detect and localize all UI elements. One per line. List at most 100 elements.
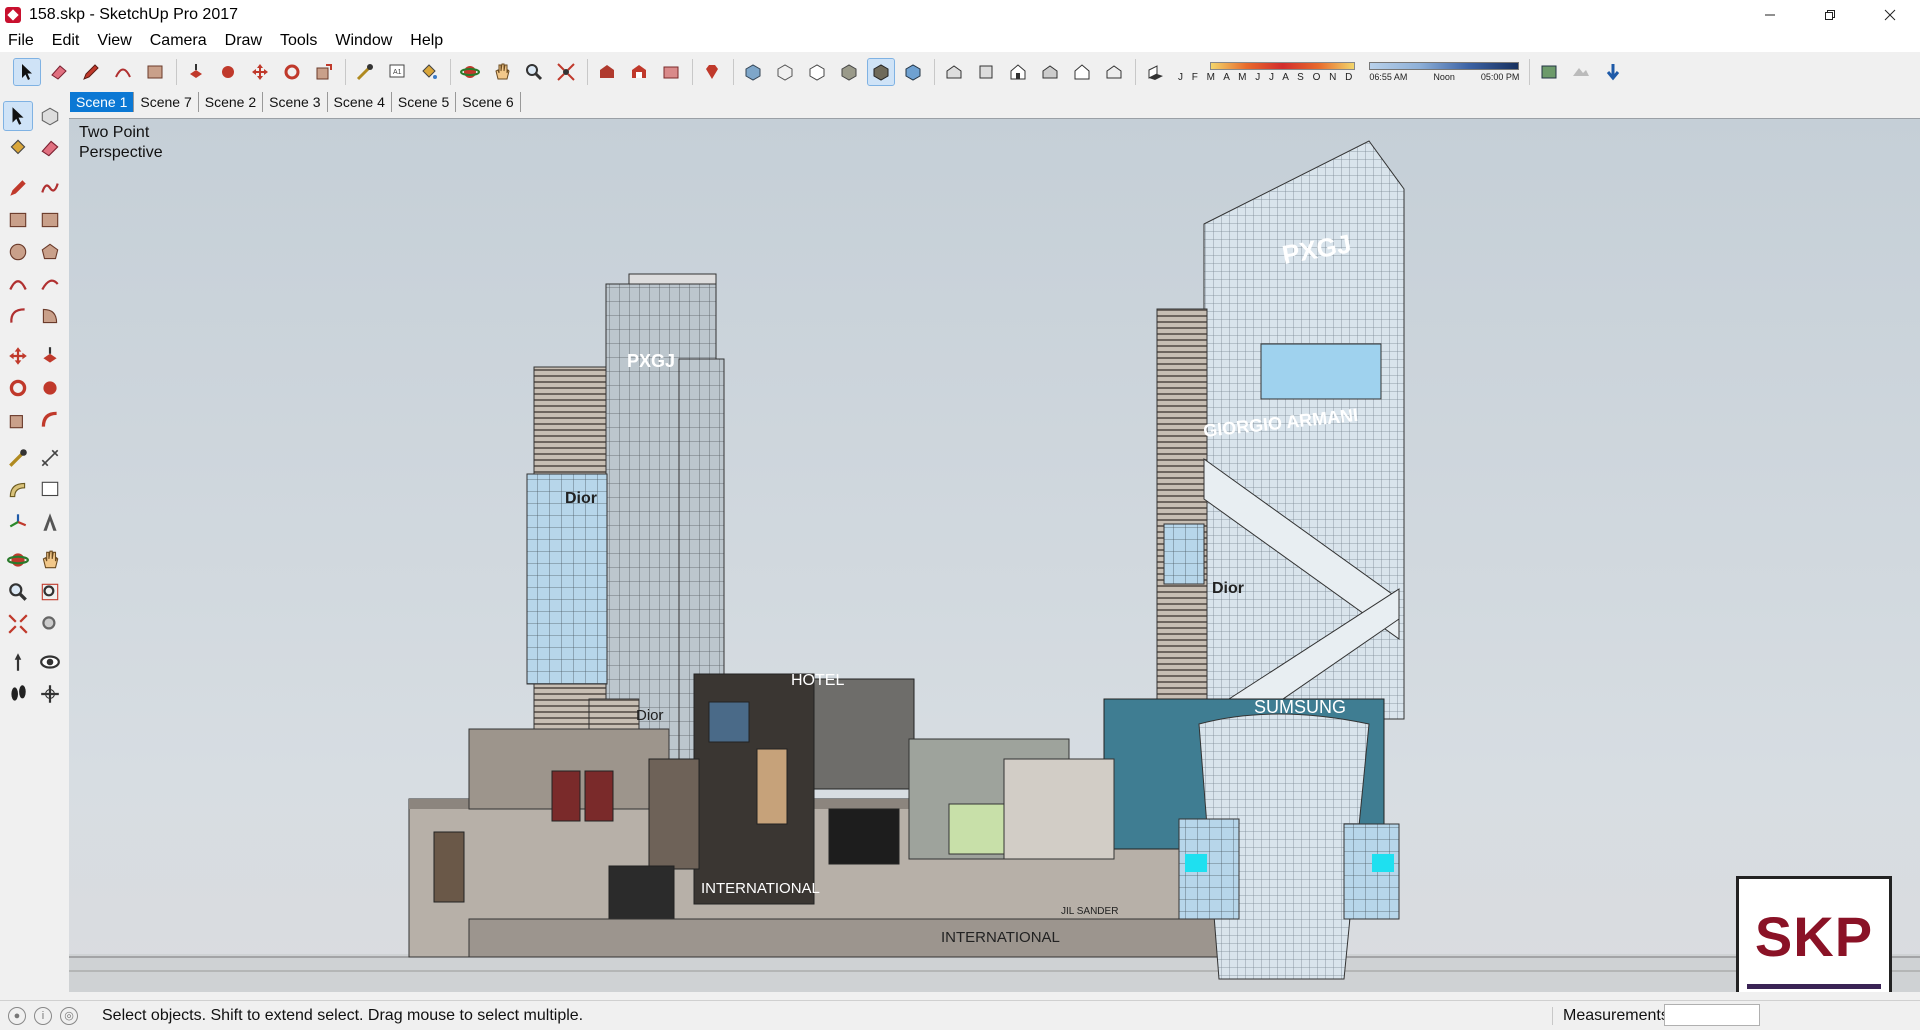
section-plane-tool[interactable] [36, 680, 64, 708]
back-view-button[interactable] [1069, 59, 1095, 85]
zoom-tool[interactable] [4, 578, 32, 606]
orbit-tool-button[interactable] [457, 59, 483, 85]
warehouse-button[interactable] [594, 59, 620, 85]
push-pull-tool-button[interactable] [183, 59, 209, 85]
push-pull-tool[interactable] [36, 342, 64, 370]
tab-scene-5[interactable]: Scene 5 [391, 92, 457, 112]
shaded-style-button[interactable] [836, 59, 862, 85]
look-around-tool[interactable] [36, 648, 64, 676]
rectangle-tool-button[interactable] [142, 59, 168, 85]
pie-tool[interactable] [36, 302, 64, 330]
sketchup-app-icon[interactable] [5, 7, 21, 23]
zoom-extents-tool[interactable] [4, 610, 32, 638]
tab-scene-7[interactable]: Scene 7 [134, 92, 199, 112]
rectangle-tool[interactable] [4, 206, 32, 234]
pan-tool-button[interactable] [489, 59, 515, 85]
menu-draw[interactable]: Draw [225, 32, 262, 50]
shadow-date-slider[interactable]: J F M A M J J A S O N D [1178, 61, 1356, 83]
restore-button[interactable] [1800, 0, 1860, 30]
menu-edit[interactable]: Edit [52, 32, 80, 50]
select-tool[interactable] [3, 101, 33, 131]
monochrome-style-button[interactable] [900, 59, 926, 85]
walk-tool[interactable] [4, 680, 32, 708]
make-component-tool[interactable] [36, 102, 64, 130]
zoom-extents-tool-button[interactable] [553, 59, 579, 85]
polygon-tool[interactable] [36, 238, 64, 266]
user-account-icon[interactable]: ◎ [60, 1006, 78, 1025]
rotate-tool[interactable] [4, 374, 32, 402]
display-shadows-button[interactable] [1142, 59, 1168, 85]
line-tool-button[interactable] [78, 59, 104, 85]
follow-me-tool[interactable] [36, 374, 64, 402]
three-point-arc-tool[interactable] [4, 302, 32, 330]
offset-tool[interactable] [36, 406, 64, 434]
text-tool[interactable] [36, 476, 64, 504]
axes-tool[interactable] [4, 508, 32, 536]
menu-window[interactable]: Window [335, 32, 392, 50]
menu-file[interactable]: File [8, 32, 34, 50]
shaded-textures-style-button[interactable] [867, 58, 895, 86]
position-camera-tool[interactable] [4, 648, 32, 676]
arc-tool[interactable] [4, 270, 32, 298]
left-view-button[interactable] [1101, 59, 1127, 85]
move-tool-button[interactable] [247, 59, 273, 85]
measurements-input[interactable] [1664, 1004, 1760, 1026]
geo-location-icon[interactable]: ● [8, 1006, 26, 1025]
menu-camera[interactable]: Camera [150, 32, 207, 50]
add-location-button[interactable] [1536, 59, 1562, 85]
scale-tool-button[interactable] [311, 59, 337, 85]
text-tool-button[interactable]: A1 [384, 59, 410, 85]
menu-help[interactable]: Help [410, 32, 443, 50]
pan-tool[interactable] [36, 546, 64, 574]
protractor-tool[interactable] [4, 476, 32, 504]
orbit-tool[interactable] [4, 546, 32, 574]
credits-info-icon[interactable]: i [34, 1006, 52, 1025]
select-tool-button[interactable] [13, 58, 41, 86]
front-view-button[interactable] [1005, 59, 1031, 85]
share-model-button[interactable] [626, 59, 652, 85]
right-view-button[interactable] [1037, 59, 1063, 85]
close-button[interactable] [1860, 0, 1920, 30]
ruby-console-button[interactable] [699, 59, 725, 85]
zoom-window-tool[interactable] [36, 578, 64, 606]
import-button[interactable] [1600, 59, 1626, 85]
xray-style-button[interactable] [740, 59, 766, 85]
move-tool[interactable] [4, 342, 32, 370]
shadow-time-track[interactable] [1369, 62, 1520, 70]
shadow-time-slider[interactable]: 06:55 AM Noon 05:00 PM [1369, 62, 1520, 82]
rotate-tool-button[interactable] [279, 59, 305, 85]
zoom-tool-button[interactable] [521, 59, 547, 85]
iso-view-button[interactable] [941, 59, 967, 85]
extension-warehouse-button[interactable] [658, 59, 684, 85]
tab-scene-6[interactable]: Scene 6 [456, 92, 521, 112]
wireframe-style-button[interactable] [772, 59, 798, 85]
paint-bucket-tool-button[interactable] [416, 59, 442, 85]
tab-scene-1[interactable]: Scene 1 [70, 92, 135, 112]
tab-scene-3[interactable]: Scene 3 [263, 92, 328, 112]
minimize-button[interactable] [1740, 0, 1800, 30]
two-point-arc-tool[interactable] [36, 270, 64, 298]
scale-tool[interactable] [4, 406, 32, 434]
arc-tool-button[interactable] [110, 59, 136, 85]
eraser-tool[interactable] [36, 134, 64, 162]
eraser-tool-button[interactable] [46, 59, 72, 85]
paint-bucket-tool[interactable] [4, 134, 32, 162]
line-tool[interactable] [4, 174, 32, 202]
tape-measure-tool-button[interactable] [352, 59, 378, 85]
model-viewport[interactable]: Two Point Perspective PXGJ Dior Dior PXG… [69, 118, 1920, 992]
follow-me-tool-button[interactable] [215, 59, 241, 85]
tab-scene-2[interactable]: Scene 2 [198, 92, 264, 112]
previous-view-tool[interactable] [36, 610, 64, 638]
top-view-button[interactable] [973, 59, 999, 85]
3d-text-tool[interactable] [36, 508, 64, 536]
hidden-line-style-button[interactable] [804, 59, 830, 85]
circle-tool[interactable] [4, 238, 32, 266]
freehand-tool[interactable] [36, 174, 64, 202]
tape-measure-tool[interactable] [4, 444, 32, 472]
shadow-date-track[interactable] [1210, 61, 1356, 70]
menu-view[interactable]: View [97, 32, 131, 50]
dimension-tool[interactable] [36, 444, 64, 472]
menu-tools[interactable]: Tools [280, 32, 317, 50]
rotated-rectangle-tool[interactable] [36, 206, 64, 234]
tab-scene-4[interactable]: Scene 4 [327, 92, 392, 112]
